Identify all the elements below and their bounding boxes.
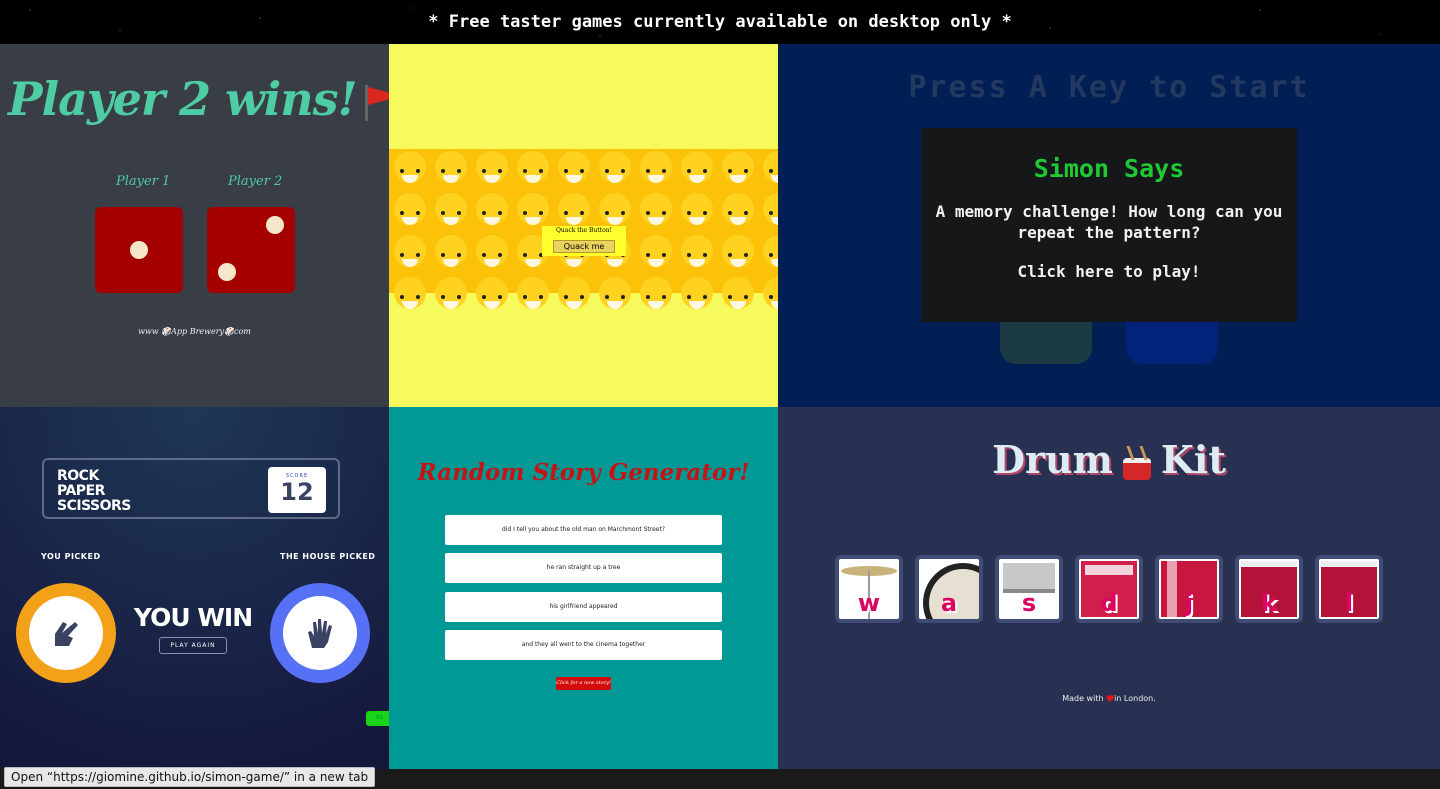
dice-game-tile[interactable]: Player 2 wins! Player 1 Player 2 www 🎲Ap…	[0, 44, 389, 407]
drum-key-d[interactable]: d	[1075, 555, 1143, 623]
player1-label: Player 1	[116, 174, 171, 189]
flag-icon	[363, 85, 389, 121]
story-line: he ran straight up a tree	[445, 553, 722, 583]
story-line: and they all went to the cinema together	[445, 630, 722, 660]
duck-icon	[676, 191, 717, 233]
duck-icon	[471, 191, 512, 233]
duck-icon	[717, 275, 758, 317]
drum-kit-title: Drum Kit	[992, 437, 1226, 482]
duck-icon	[389, 191, 430, 233]
play-again-button[interactable]: PLAY AGAIN	[159, 637, 227, 654]
duck-icon	[553, 149, 594, 191]
duck-game-tile[interactable]: Quack the Button! Quack me	[389, 44, 778, 407]
duck-icon	[553, 275, 594, 317]
duck-icon	[717, 149, 758, 191]
drum-key-k[interactable]: k	[1235, 555, 1303, 623]
rps-game-tile[interactable]: ROCK PAPER SCISSORS SCORE 12 YOU PICKED TH…	[0, 407, 389, 769]
duck-icon	[512, 275, 553, 317]
story-generator-tile[interactable]: Random Story Generator! did I tell you a…	[389, 407, 778, 769]
story-title: Random Story Generator!	[417, 459, 750, 486]
heart-icon	[1106, 695, 1115, 702]
drum-kit-tile[interactable]: Drum Kit w a s d j k l Made with in Lond…	[778, 407, 1440, 769]
house-picked-label: THE HOUSE PICKED	[280, 552, 376, 561]
simon-play-link[interactable]: Click here to play!	[931, 261, 1287, 282]
scissors-hand-icon	[55, 622, 78, 646]
duck-icon	[676, 275, 717, 317]
banner-text: * Free taster games currently available …	[428, 12, 1012, 32]
die-pip	[266, 216, 284, 234]
duck-icon	[430, 233, 471, 275]
rps-title: ROCK PAPER SCISSORS	[57, 468, 131, 514]
duck-icon	[676, 233, 717, 275]
duck-icon	[471, 149, 512, 191]
duck-icon	[635, 191, 676, 233]
duck-icon	[512, 149, 553, 191]
simon-heading: Simon Says	[1033, 154, 1185, 183]
simon-overlay-card[interactable]: Simon Says A memory challenge! How long …	[921, 128, 1297, 322]
drum-key-l[interactable]: l	[1315, 555, 1383, 623]
new-story-button[interactable]: Click for a new story!	[556, 677, 611, 690]
duck-icon	[389, 149, 430, 191]
scissors-choice	[16, 583, 116, 683]
duck-icon	[758, 191, 778, 233]
rules-button[interactable]: RE	[366, 711, 389, 726]
duck-icon	[389, 275, 430, 317]
simon-game-tile[interactable]: Press A Key to Start Simon Says A memory…	[778, 44, 1440, 407]
drum-icon	[1121, 446, 1153, 482]
quack-box: Quack the Button! Quack me	[542, 226, 626, 256]
duck-icon	[676, 149, 717, 191]
duck-icon	[471, 233, 512, 275]
paper-choice	[270, 583, 370, 683]
top-banner: * Free taster games currently available …	[0, 0, 1440, 44]
simon-press-key-text: Press A Key to Start	[908, 70, 1310, 105]
duck-icon	[389, 233, 430, 275]
link-status-tooltip: Open “https://giomine.github.io/simon-ga…	[4, 767, 376, 787]
die-player1	[95, 207, 183, 293]
story-line: did I tell you about the old man on Marc…	[445, 515, 722, 545]
drum-key-j[interactable]: j	[1155, 555, 1223, 623]
rps-score-box: SCORE 12	[268, 467, 326, 513]
duck-icon	[635, 275, 676, 317]
rps-result: YOU WIN	[133, 603, 253, 632]
drum-key-s[interactable]: s	[995, 555, 1063, 623]
dice-footer: www 🎲App Brewery🎲com	[138, 327, 251, 336]
duck-icon	[717, 233, 758, 275]
player2-label: Player 2	[228, 174, 283, 189]
duck-icon	[758, 275, 778, 317]
quack-label: Quack the Button!	[556, 227, 612, 234]
duck-icon	[758, 149, 778, 191]
duck-icon	[758, 233, 778, 275]
die-player2	[207, 207, 295, 293]
paper-hand-icon	[308, 619, 332, 648]
rps-score-value: 12	[280, 478, 314, 506]
duck-icon	[430, 191, 471, 233]
duck-icon	[430, 275, 471, 317]
duck-pattern-band	[389, 149, 778, 309]
quack-button[interactable]: Quack me	[552, 240, 616, 253]
simon-description: A memory challenge! How long can you rep…	[935, 202, 1283, 242]
duck-icon	[594, 275, 635, 317]
duck-icon	[430, 149, 471, 191]
story-line: his girlfriend appeared	[445, 592, 722, 622]
you-picked-label: YOU PICKED	[41, 552, 101, 561]
drum-key-a[interactable]: a	[915, 555, 983, 623]
die-pip	[130, 241, 148, 259]
drum-key-w[interactable]: w	[835, 555, 903, 623]
drum-keys: w a s d j k l	[835, 555, 1383, 623]
die-pip	[218, 263, 236, 281]
drum-footer: Made with in London.	[1062, 694, 1156, 703]
duck-icon	[635, 233, 676, 275]
duck-icon	[717, 191, 758, 233]
dice-result-heading: Player 2 wins!	[8, 72, 389, 126]
rps-header: ROCK PAPER SCISSORS SCORE 12	[42, 458, 340, 519]
duck-icon	[594, 149, 635, 191]
duck-icon	[471, 275, 512, 317]
duck-icon	[635, 149, 676, 191]
